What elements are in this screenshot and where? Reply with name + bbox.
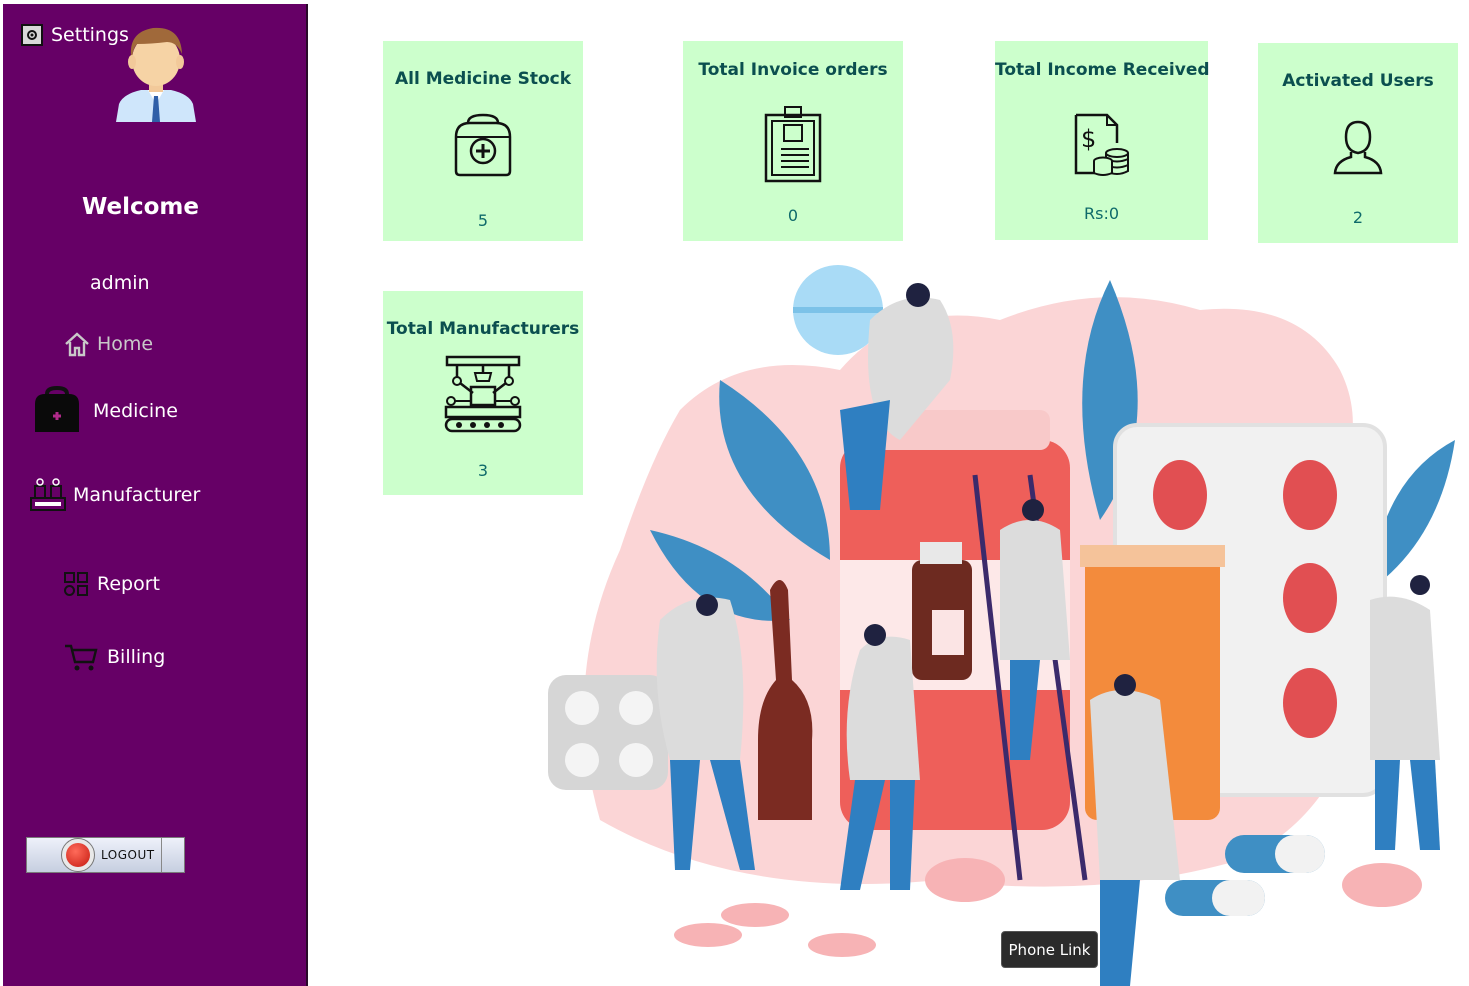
- welcome-text: Welcome: [81, 194, 200, 220]
- phone-link-tooltip: Phone Link: [1001, 931, 1098, 968]
- nav-report-label: Report: [97, 573, 160, 595]
- gear-icon: [21, 24, 43, 46]
- nav-medicine-label: Medicine: [93, 400, 178, 422]
- invoice-clipboard-icon: [764, 106, 822, 183]
- invoice-money-icon: $: [1074, 113, 1129, 176]
- username-text: admin: [90, 272, 150, 294]
- cart-icon: [65, 644, 98, 671]
- report-icon: [64, 572, 88, 596]
- logout-button[interactable]: LOGOUT: [26, 837, 185, 873]
- card-invoice-orders[interactable]: Total Invoice orders 0: [683, 41, 903, 241]
- user-icon: [1333, 120, 1383, 175]
- factory-assembly-icon: [444, 355, 522, 433]
- nav-home-label: Home: [97, 333, 154, 355]
- logout-label: LOGOUT: [101, 848, 155, 862]
- admin-avatar: [116, 27, 196, 122]
- card-value: 0: [787, 206, 799, 225]
- card-title: Total Income Received: [995, 60, 1210, 80]
- card-value: 5: [477, 211, 489, 230]
- card-income-received[interactable]: Total Income Received $ Rs:0: [995, 41, 1210, 240]
- factory-icon: [30, 478, 66, 511]
- card-medicine-stock[interactable]: All Medicine Stock 5: [383, 41, 583, 241]
- power-icon: [61, 838, 95, 872]
- sidebar: Settings Welcome admin Home Medicine Man…: [3, 4, 308, 986]
- svg-text:$: $: [1081, 125, 1096, 153]
- nav-medicine[interactable]: Medicine: [31, 386, 178, 436]
- nav-manufacturer-label: Manufacturer: [73, 484, 201, 506]
- card-title: Activated Users: [1282, 71, 1434, 91]
- card-title: All Medicine Stock: [394, 69, 572, 89]
- nav-billing[interactable]: Billing: [63, 642, 165, 672]
- home-icon: [65, 332, 89, 357]
- nav-report[interactable]: Report: [63, 571, 160, 597]
- nav-manufacturer[interactable]: Manufacturer: [29, 476, 200, 514]
- nav-home[interactable]: Home: [63, 330, 153, 358]
- nav-billing-label: Billing: [107, 646, 166, 668]
- medicine-bag-icon: [35, 386, 79, 432]
- card-title: Total Invoice orders: [698, 60, 888, 80]
- pharmacy-illustration: [548, 265, 1455, 986]
- card-activated-users[interactable]: Activated Users 2: [1258, 43, 1458, 243]
- medicine-box-icon: [454, 113, 512, 177]
- card-value: Rs:0: [1083, 204, 1120, 223]
- card-value: 2: [1352, 208, 1364, 227]
